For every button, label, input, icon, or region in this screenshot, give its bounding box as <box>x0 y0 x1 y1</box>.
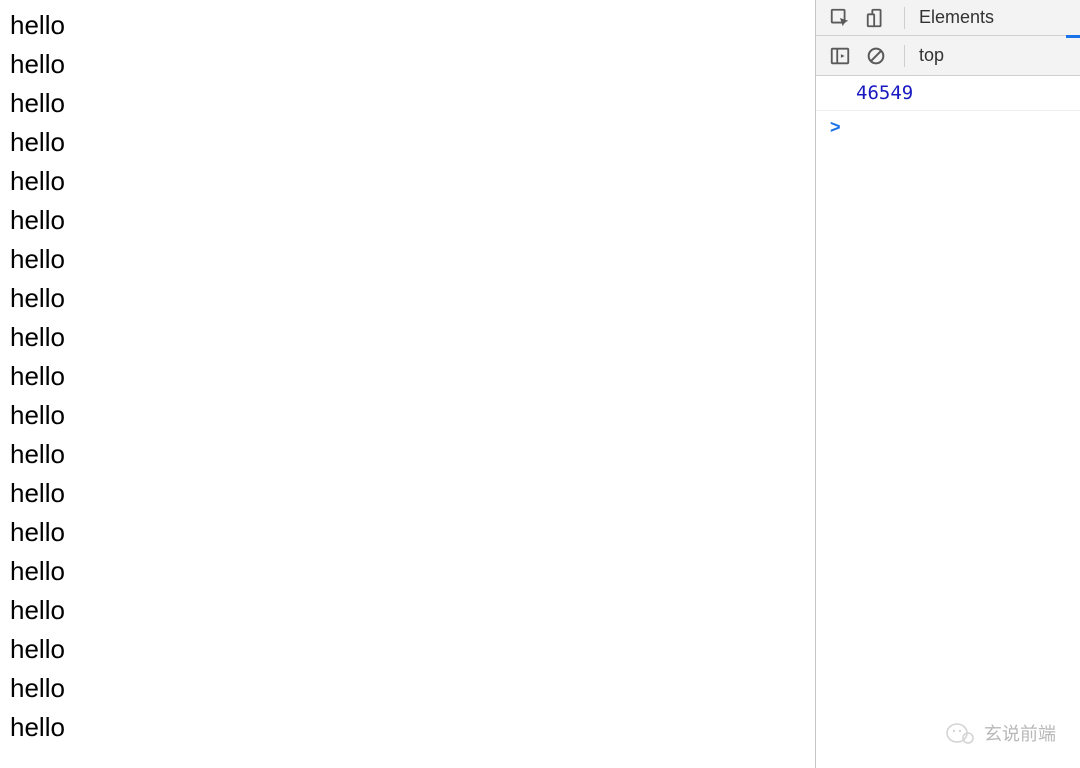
console-prompt[interactable]: > <box>816 111 1080 144</box>
page-text-line: hello <box>10 474 805 513</box>
page-text-line: hello <box>10 708 805 747</box>
page-text-line: hello <box>10 357 805 396</box>
separator <box>904 45 905 67</box>
page-text-line: hello <box>10 201 805 240</box>
page-viewport: hellohellohellohellohellohellohellohello… <box>0 0 815 768</box>
console-context-select[interactable]: top <box>919 45 944 66</box>
page-text-line: hello <box>10 279 805 318</box>
inspect-element-icon[interactable] <box>826 4 854 32</box>
devtools-panel: Elements top 46549 > <box>815 0 1080 768</box>
page-text-line: hello <box>10 552 805 591</box>
page-text-line: hello <box>10 162 805 201</box>
console-toolbar: top <box>816 36 1080 76</box>
chevron-right-icon: > <box>830 117 841 138</box>
console-output: 46549 > <box>816 76 1080 768</box>
page-text-line: hello <box>10 318 805 357</box>
page-text-line: hello <box>10 435 805 474</box>
page-text-line: hello <box>10 6 805 45</box>
page-text-line: hello <box>10 669 805 708</box>
tab-elements[interactable]: Elements <box>919 7 994 28</box>
page-text-line: hello <box>10 591 805 630</box>
device-toolbar-icon[interactable] <box>862 4 890 32</box>
page-text-line: hello <box>10 240 805 279</box>
page-text-line: hello <box>10 45 805 84</box>
console-log-entry[interactable]: 46549 <box>816 76 1080 111</box>
page-text-line: hello <box>10 396 805 435</box>
devtools-tabbar: Elements <box>816 0 1080 36</box>
page-text-line: hello <box>10 513 805 552</box>
separator <box>904 7 905 29</box>
page-text-line: hello <box>10 84 805 123</box>
clear-console-icon[interactable] <box>862 42 890 70</box>
console-sidebar-toggle-icon[interactable] <box>826 42 854 70</box>
page-text-line: hello <box>10 123 805 162</box>
page-text-line: hello <box>10 630 805 669</box>
